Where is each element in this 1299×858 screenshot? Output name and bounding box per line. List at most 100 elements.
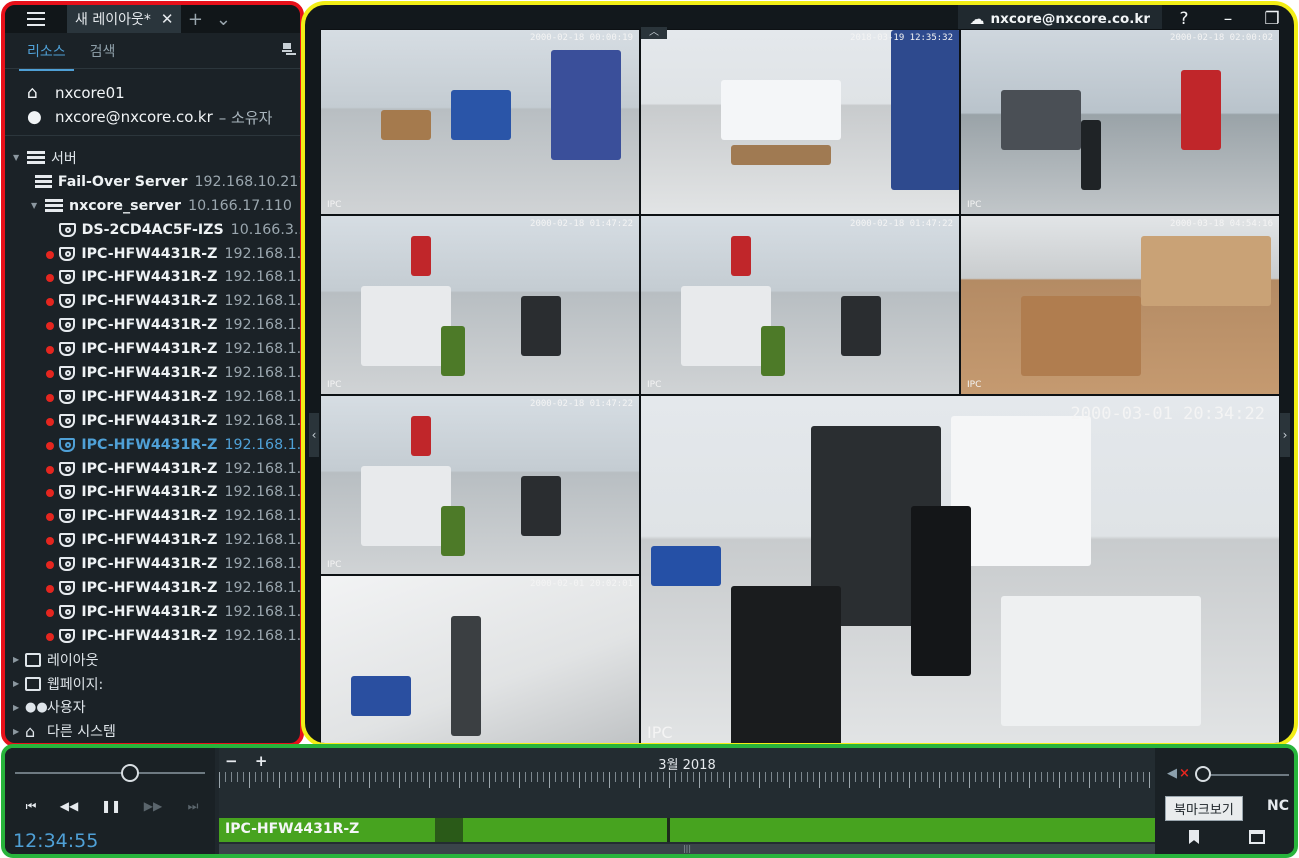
recording-indicator-icon: [46, 608, 54, 617]
expand-arrow-icon[interactable]: ▶: [13, 655, 23, 664]
camera-name: IPC-HFW4431R-Z: [81, 508, 218, 525]
collapse-top-panel[interactable]: ︿: [641, 27, 667, 39]
tab-search[interactable]: 검색: [90, 41, 116, 61]
tree-node-layouts[interactable]: ▶ 레이아웃: [5, 648, 300, 672]
expand-arrow-icon[interactable]: ▼: [13, 153, 23, 162]
expand-arrow-icon[interactable]: ▶: [13, 727, 23, 736]
camera-tile[interactable]: 2000-03-18 04:54:16 IPC: [960, 215, 1280, 395]
tile-label: IPC: [967, 380, 982, 390]
camera-tile[interactable]: 2000-02-18 01:47:22 IPC: [320, 215, 640, 395]
tree-node-other-systems[interactable]: ▶ ⌂ 다른 시스템: [5, 719, 300, 743]
current-time: 12:34:55: [13, 830, 99, 852]
recording-indicator-icon: [46, 346, 54, 355]
tree-node-camera[interactable]: IPC-HFW4431R-Z 192.168.1...: [5, 480, 300, 504]
tab-new-layout-label: 새 레이아웃*: [75, 12, 151, 28]
camera-tile[interactable]: 2000-02-18 02:00:02 IPC: [960, 29, 1280, 215]
tree-node-camera[interactable]: IPC-HFW4431R-Z 192.168.1...: [5, 552, 300, 576]
tree-node-camera[interactable]: IPC-HFW4431R-Z 192.168.1...: [5, 313, 300, 337]
tree-node-camera[interactable]: IPC-HFW4431R-Z 192.168.1...: [5, 242, 300, 266]
timeline[interactable]: − + 3월 2018 IPC-HFW4431R-Z |||: [219, 748, 1155, 854]
tab-new-layout[interactable]: 새 레이아웃* ✕: [67, 5, 182, 33]
tree-node-nxcore-server[interactable]: ▼ nxcore_server 10.166.17.110: [5, 194, 300, 218]
camera-icon: [59, 365, 76, 380]
webpages-label: 웹페이지:: [47, 676, 104, 693]
close-icon[interactable]: ✕: [161, 10, 174, 28]
recording-track[interactable]: IPC-HFW4431R-Z: [219, 818, 1155, 842]
tree-node-servers[interactable]: ▼ 서버: [5, 146, 300, 170]
timeline-scrollbar[interactable]: |||: [219, 844, 1155, 854]
recording-indicator-icon: [46, 513, 54, 522]
tree-node-camera[interactable]: IPC-HFW4431R-Z 192.168.1...: [5, 385, 300, 409]
tree-node-camera[interactable]: IPC-HFW4431R-Z 192.168.1...: [5, 528, 300, 552]
camera-grid: 2000-02-18 00:00:19 IPC 2018-03-19 12:35…: [320, 29, 1280, 743]
system-row[interactable]: ⌂ nxcore01: [27, 81, 300, 105]
tree-node-camera[interactable]: IPC-HFW4431R-Z 192.168.1...: [5, 361, 300, 385]
collapse-left-panel[interactable]: ‹: [309, 413, 319, 457]
main-menu-icon[interactable]: [5, 5, 67, 33]
system-name: nxcore01: [55, 84, 125, 102]
sync-button[interactable]: NC: [1267, 798, 1289, 814]
camera-ip: 192.168.1...: [224, 508, 300, 525]
mute-icon[interactable]: ×: [1179, 766, 1190, 781]
camera-name: IPC-HFW4431R-Z: [81, 245, 218, 262]
expand-arrow-icon[interactable]: ▼: [31, 201, 41, 210]
bookmark-icon[interactable]: [1189, 830, 1199, 844]
speed-slider-track[interactable]: [15, 772, 205, 774]
recording-indicator-icon: [46, 370, 54, 379]
pin-icon[interactable]: [282, 43, 292, 57]
camera-icon: [59, 509, 76, 524]
volume-slider-track[interactable]: [1199, 774, 1289, 776]
camera-ip: 192.168.1...: [224, 293, 300, 310]
tab-resources[interactable]: 리소스: [19, 41, 74, 71]
volume-slider-handle[interactable]: [1195, 766, 1211, 782]
tree-node-failover-server[interactable]: Fail-Over Server 192.168.10.211: [5, 170, 300, 194]
tile-label: IPC: [327, 200, 342, 210]
speaker-icon[interactable]: ◀: [1167, 766, 1177, 781]
tree-node-camera[interactable]: IPC-HFW4431R-Z 192.168.1...: [5, 409, 300, 433]
tree-node-camera[interactable]: IPC-HFW4431R-Z 192.168.1...: [5, 576, 300, 600]
users-icon: ●●: [25, 699, 48, 715]
expand-arrow-icon[interactable]: ▶: [13, 703, 23, 712]
tree-node-camera[interactable]: IPC-HFW4431R-Z 192.168.1...: [5, 457, 300, 481]
other-systems-icon: ⌂: [25, 721, 36, 741]
expand-arrow-icon[interactable]: ▶: [13, 679, 23, 688]
camera-tile-enlarged[interactable]: 2000-03-01 20:34:22 IPC: [640, 395, 1280, 743]
camera-name: IPC-HFW4431R-Z: [81, 317, 218, 334]
minimize-button[interactable]: –: [1206, 9, 1250, 29]
layout-icon: [25, 652, 41, 667]
skip-forward-button[interactable]: ⏭: [179, 792, 207, 820]
tree-node-camera[interactable]: IPC-HFW4431R-Z 192.168.1...: [5, 337, 300, 361]
tree-node-camera[interactable]: IPC-HFW4431R-Z 192.168.1...: [5, 600, 300, 624]
skip-back-button[interactable]: ⏮: [17, 792, 45, 820]
tree-node-camera[interactable]: DS-2CD4AC5F-IZS 10.166.3...: [5, 218, 300, 242]
pause-button[interactable]: ❚❚: [97, 792, 125, 820]
playhead-marker[interactable]: [667, 818, 670, 842]
camera-tile[interactable]: 2000-02-18 01:47:22 IPC: [320, 395, 640, 575]
collapse-right-panel[interactable]: ›: [1280, 413, 1290, 457]
restore-button[interactable]: ❐: [1250, 9, 1294, 29]
help-button[interactable]: ?: [1162, 9, 1206, 29]
camera-tile[interactable]: 2000-02-18 01:47:22 IPC: [640, 215, 960, 395]
rewind-button[interactable]: ◀◀: [55, 792, 83, 820]
camera-tile[interactable]: 2018-03-19 12:35:32: [640, 29, 960, 215]
tree-node-camera[interactable]: IPC-HFW4431R-Z 192.168.1...: [5, 624, 300, 648]
camera-icon: [59, 389, 76, 404]
add-tab-icon[interactable]: +: [181, 9, 209, 30]
chevron-down-icon[interactable]: ⌄: [209, 9, 237, 30]
tree-node-camera[interactable]: IPC-HFW4431R-Z 192.168.1...: [5, 265, 300, 289]
recording-indicator-icon: [46, 465, 54, 474]
camera-icon: [59, 461, 76, 476]
recording-indicator-icon: [46, 417, 54, 426]
tree-node-camera[interactable]: IPC-HFW4431R-Z 192.168.1...: [5, 504, 300, 528]
calendar-icon[interactable]: [1249, 830, 1265, 844]
video-grid-area: ☁ nxcore@nxcore.co.kr ? – ❐ 2000-02-18 0…: [301, 1, 1298, 747]
camera-tile[interactable]: 2000-02-01 20:02:01: [320, 575, 640, 743]
fast-forward-button[interactable]: ▶▶: [139, 792, 167, 820]
camera-tile[interactable]: 2000-02-18 00:00:19 IPC: [320, 29, 640, 215]
tree-node-camera[interactable]: IPC-HFW4431R-Z 192.168.1...: [5, 433, 300, 457]
tree-node-camera[interactable]: IPC-HFW4431R-Z 192.168.1...: [5, 289, 300, 313]
tree-node-users[interactable]: ▶ ●● 사용자: [5, 695, 300, 719]
user-row[interactable]: ● nxcore@nxcore.co.kr – 소유자: [27, 105, 300, 129]
tree-node-webpages[interactable]: ▶ 웹페이지:: [5, 672, 300, 696]
speed-slider-handle[interactable]: [121, 764, 139, 782]
